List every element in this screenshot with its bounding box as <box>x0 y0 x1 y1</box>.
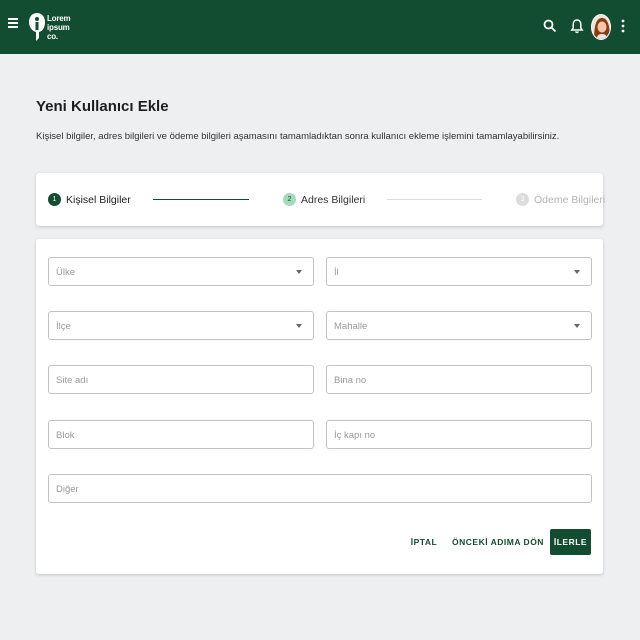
logo-line-3: co. <box>47 32 58 41</box>
step-3-label: Ödeme Bilgileri <box>534 193 606 206</box>
door-no-input[interactable]: İç kapı no <box>326 420 592 449</box>
avatar[interactable] <box>591 14 611 40</box>
logo-line-1: Lorem <box>47 14 71 23</box>
brand-logo[interactable]: Lorem ipsum co. <box>28 12 88 44</box>
previous-step-button[interactable]: ÖNCEKİ ADIMA DÖN <box>452 529 544 555</box>
block-placeholder: Blok <box>56 430 75 441</box>
address-form: Ülke İl İlçe Mahalle Site adı Bina no Bl… <box>36 239 603 574</box>
dropdown-arrow-icon <box>574 324 580 328</box>
block-input[interactable]: Blok <box>48 420 314 449</box>
door-no-placeholder: İç kapı no <box>334 430 376 441</box>
stepper: 1 Kişisel Bilgiler 2 Adres Bilgileri 3 Ö… <box>36 173 605 226</box>
step-address-info[interactable]: 2 Adres Bilgileri <box>283 191 365 208</box>
step-1-number: 1 <box>48 193 61 206</box>
logo-mark-icon <box>29 13 45 41</box>
district-placeholder: İlçe <box>56 321 71 332</box>
site-name-placeholder: Site adı <box>56 375 89 386</box>
district-select[interactable]: İlçe <box>48 311 314 340</box>
other-placeholder: Diğer <box>56 484 79 495</box>
country-select[interactable]: Ülke <box>48 257 314 286</box>
logo-line-2: ipsum <box>47 23 70 32</box>
user-avatar-icon <box>592 15 610 39</box>
step-1-label: Kişisel Bilgiler <box>66 193 131 206</box>
cancel-button[interactable]: İPTAL <box>404 529 444 555</box>
step-2-number: 2 <box>283 193 296 206</box>
neighborhood-placeholder: Mahalle <box>334 321 368 332</box>
step-payment-info[interactable]: 3 Ödeme Bilgileri <box>516 191 605 208</box>
neighborhood-select[interactable]: Mahalle <box>326 311 592 340</box>
step-2-label: Adres Bilgileri <box>301 193 366 206</box>
dropdown-arrow-icon <box>574 270 580 274</box>
logo-text: Lorem ipsum co. <box>47 14 71 41</box>
city-placeholder: İl <box>334 267 339 278</box>
bell-icon[interactable] <box>570 18 584 34</box>
top-app-bar: Lorem ipsum co. <box>0 0 640 54</box>
building-no-input[interactable]: Bina no <box>326 365 592 394</box>
country-placeholder: Ülke <box>56 267 76 278</box>
step-connector-2 <box>387 199 482 200</box>
building-no-placeholder: Bina no <box>334 375 367 386</box>
dropdown-arrow-icon <box>296 270 302 274</box>
page-title: Yeni Kullanıcı Ekle <box>36 98 169 115</box>
step-personal-info[interactable]: 1 Kişisel Bilgiler <box>48 191 131 208</box>
search-icon[interactable] <box>543 18 557 34</box>
step-3-number: 3 <box>516 193 529 206</box>
dropdown-arrow-icon <box>296 324 302 328</box>
step-connector-1 <box>153 199 249 200</box>
other-input[interactable]: Diğer <box>48 474 592 503</box>
menu-icon[interactable] <box>8 18 20 30</box>
site-name-input[interactable]: Site adı <box>48 365 314 394</box>
next-button[interactable]: İLERLE <box>550 529 591 555</box>
page-description: Kişisel bilgiler, adres bilgileri ve öde… <box>36 131 560 142</box>
more-vert-icon[interactable] <box>620 18 626 34</box>
city-select[interactable]: İl <box>326 257 592 286</box>
